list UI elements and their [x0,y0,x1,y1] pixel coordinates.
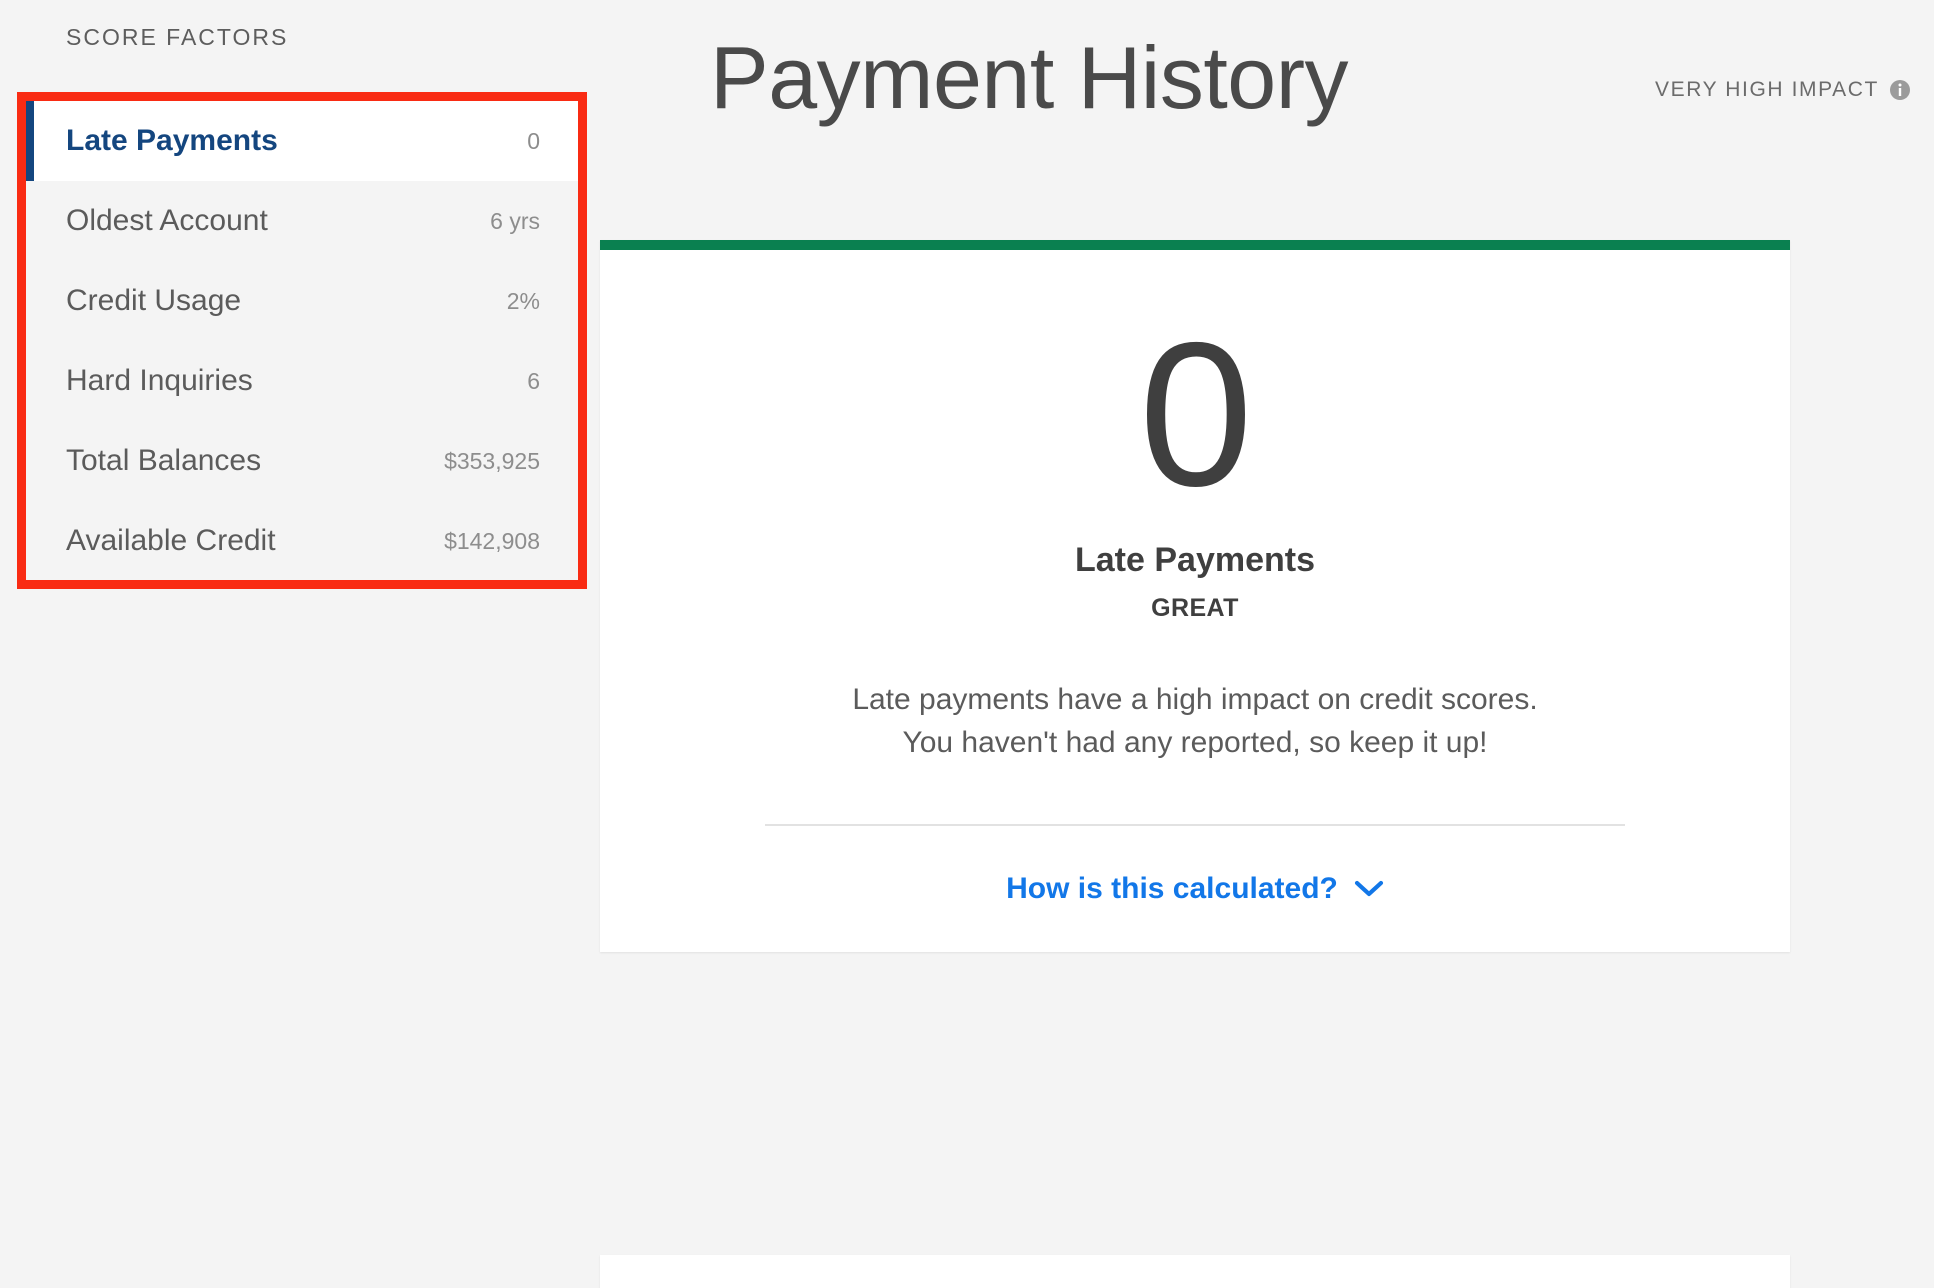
main-header: Payment History VERY HIGH IMPACT [600,0,1934,240]
factor-value: $353,925 [444,447,540,474]
sidebar-item-total-balances[interactable]: Total Balances $353,925 [26,421,578,501]
status-badge: VERY HIGH IMPACT [1655,78,1911,102]
factor-value: 0 [527,127,540,154]
factor-score-value: 0 [1138,300,1253,529]
factor-value: $142,908 [444,527,540,554]
description-line-2: You haven't had any reported, so keep it… [902,725,1488,759]
info-icon[interactable] [1889,79,1911,101]
how-calculated-row[interactable]: How is this calculated? [600,872,1790,906]
chevron-down-icon[interactable] [1354,880,1384,898]
page-title: Payment History [710,28,1349,127]
factor-rating: GREAT [1151,594,1239,623]
impact-label: VERY HIGH IMPACT [1655,78,1879,101]
factor-label: Oldest Account [66,204,268,237]
score-factors-list: Late Payments 0 Oldest Account 6 yrs Cre… [26,101,578,581]
factor-value: 6 [527,367,540,394]
factor-label: Late Payments [66,124,278,157]
sidebar: SCORE FACTORS Late Payments 0 Oldest Acc… [0,0,600,1288]
sidebar-item-hard-inquiries[interactable]: Hard Inquiries 6 [26,341,578,421]
factor-title: Late Payments [1075,541,1315,580]
how-is-this-calculated-link[interactable]: How is this calculated? [1006,872,1338,906]
factor-label: Credit Usage [66,284,242,317]
description-line-1: Late payments have a high impact on cred… [852,683,1538,717]
card-divider [765,824,1625,827]
sidebar-item-late-payments[interactable]: Late Payments 0 [26,101,578,181]
sidebar-item-available-credit[interactable]: Available Credit $142,908 [26,501,578,581]
sidebar-item-credit-usage[interactable]: Credit Usage 2% [26,261,578,341]
sidebar-heading: SCORE FACTORS [66,24,289,50]
next-card-partial [600,1255,1790,1288]
factor-detail-card: 0 Late Payments GREAT Late payments have… [600,240,1790,953]
factor-value: 2% [506,287,540,314]
factor-label: Total Balances [66,444,262,477]
score-factors-screen: SCORE FACTORS Late Payments 0 Oldest Acc… [0,0,1934,1288]
factor-value: 6 yrs [490,207,540,234]
factor-label: Available Credit [66,524,276,557]
card-content: 0 Late Payments GREAT Late payments have… [600,250,1790,952]
main-panel: Payment History VERY HIGH IMPACT 0 Late … [600,0,1934,1288]
sidebar-item-oldest-account[interactable]: Oldest Account 6 yrs [26,181,578,261]
factor-description: Late payments have a high impact on cred… [600,679,1790,764]
factor-label: Hard Inquiries [66,364,253,397]
